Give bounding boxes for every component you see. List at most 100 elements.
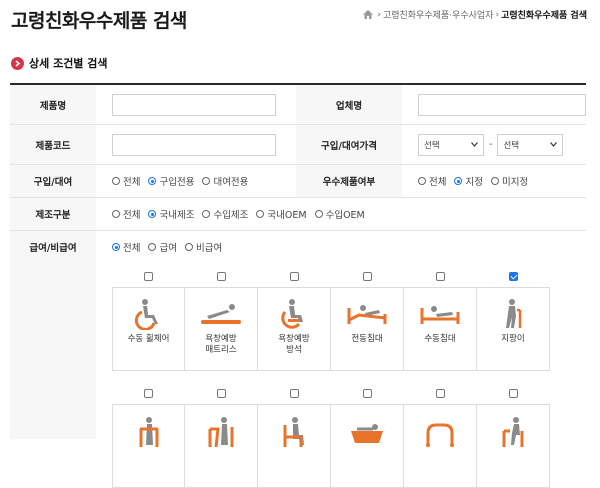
search-form-table: 제품명 업체명 제품코드 구입/대여가격 선택 - 선택 구입/대여 전체 구입… (10, 83, 586, 264)
price-separator: - (489, 139, 493, 150)
breadcrumb-separator: › (377, 9, 381, 20)
category-card[interactable]: 지팡이 (477, 287, 550, 371)
radio-excellent-all[interactable]: 전체 (418, 174, 446, 188)
company-name-label: 업체명 (296, 85, 402, 124)
radio-manufacture-domestic[interactable]: 국내제조 (148, 207, 194, 221)
category-checkbox[interactable] (509, 272, 518, 281)
category-checkbox[interactable] (290, 389, 299, 398)
category-checkbox[interactable] (144, 389, 153, 398)
category-card[interactable] (185, 404, 258, 488)
safety-handle-icon (502, 417, 524, 447)
radio-manufacture-domestic-oem[interactable]: 국내OEM (256, 207, 307, 221)
category-label: 지팡이 (501, 334, 525, 344)
category-checkbox[interactable] (436, 272, 445, 281)
category-checkbox[interactable] (217, 272, 226, 281)
radio-dot[interactable] (202, 210, 211, 218)
home-icon[interactable] (363, 10, 374, 19)
radio-dot[interactable] (202, 177, 211, 185)
radio-dot[interactable] (314, 210, 323, 218)
radio-dot[interactable] (148, 243, 157, 251)
radio-dot[interactable] (112, 177, 120, 185)
category-wheelchair[interactable]: 수동 휠체어 (112, 272, 185, 371)
category-mattress[interactable]: 욕창예방 매트리스 (185, 272, 258, 371)
category-card[interactable] (112, 404, 185, 488)
toilet-aid-icon (426, 423, 454, 447)
radio-dot[interactable] (256, 210, 265, 218)
radio-dot[interactable] (148, 177, 157, 185)
purchase-rent-label: 구입/대여 (10, 165, 96, 197)
breadcrumb-item-category[interactable]: 고령친화우수제품·우수사업자 (383, 8, 494, 21)
radio-rent-only[interactable]: 대여전용 (202, 174, 248, 188)
radio-benefit-covered[interactable]: 급여 (148, 240, 177, 254)
category-card[interactable]: 수동 휠체어 (112, 287, 185, 371)
radio-manufacture-import[interactable]: 수입제조 (202, 207, 248, 221)
category-manual-bed[interactable]: 수동침대 (404, 272, 477, 371)
category-card[interactable] (331, 404, 404, 488)
category-checkbox[interactable] (509, 389, 518, 398)
radio-excellent-undesignated[interactable]: 미지정 (490, 174, 528, 188)
radio-dot[interactable] (418, 177, 426, 185)
company-name-cell (402, 85, 586, 124)
radio-manufacture-import-oem[interactable]: 수입OEM (314, 207, 365, 221)
category-card[interactable]: 욕창예방 매트리스 (185, 287, 258, 371)
radio-label: 전체 (429, 177, 447, 188)
price-to-select[interactable]: 선택 (497, 133, 564, 156)
radio-dot[interactable] (184, 243, 193, 251)
radio-dot[interactable] (148, 210, 157, 218)
category-checkbox[interactable] (363, 389, 372, 398)
electric-bed-icon (347, 305, 387, 324)
category-label: 전동침대 (351, 334, 383, 344)
category-cushion[interactable]: 욕창예방 방석 (258, 272, 331, 371)
wheelchair-icon (134, 299, 158, 330)
form-row-purchase-excellent: 구입/대여 전체 구입전용 대여전용 우수제품여부 전체 지정 미지정 (10, 165, 586, 198)
category-selector: 수동 휠체어 욕창예방 매트리스 욕창예방 방석 전동침대 수동침대 지팡이 (10, 253, 586, 488)
bath-chair-icon (283, 417, 304, 447)
radio-dot[interactable] (112, 243, 120, 251)
radio-benefit-uncovered[interactable]: 비급여 (184, 240, 222, 254)
category-card[interactable] (477, 404, 550, 488)
product-name-input[interactable] (112, 93, 276, 116)
manual-bed-icon (420, 306, 460, 324)
category-card[interactable]: 전동침대 (331, 287, 404, 371)
radio-label: 수입OEM (325, 210, 365, 221)
radio-dot[interactable] (490, 177, 499, 185)
radio-label: 전체 (123, 177, 141, 188)
radio-dot[interactable] (454, 177, 463, 185)
transfer-aid-icon (208, 417, 234, 447)
page-title: 고령친화우수제품 검색 (11, 10, 187, 32)
category-card[interactable] (404, 404, 477, 488)
category-card[interactable]: 수동침대 (404, 287, 477, 371)
product-code-input[interactable] (112, 133, 276, 156)
company-name-input[interactable] (418, 93, 586, 116)
excellent-radios: 전체 지정 미지정 (418, 174, 528, 188)
category-checkbox[interactable] (436, 389, 445, 398)
price-from-select[interactable]: 선택 (418, 133, 484, 156)
category-card[interactable] (258, 404, 331, 488)
radio-benefit-all[interactable]: 전체 (112, 240, 140, 254)
purchase-rent-radios: 전체 구입전용 대여전용 (112, 174, 248, 188)
category-checkbox[interactable] (363, 272, 372, 281)
benefit-radios: 전체 급여 비급여 (112, 240, 222, 254)
product-code-label: 제품코드 (10, 125, 96, 164)
manufacture-label: 제조구분 (10, 198, 96, 230)
radio-label: 수입제조 (213, 210, 249, 221)
category-checkbox[interactable] (144, 272, 153, 281)
section-heading: 상세 조건별 검색 (11, 55, 108, 71)
category-label: 욕창예방 방석 (278, 334, 310, 355)
radio-dot[interactable] (112, 210, 120, 218)
category-label: 욕창예방 매트리스 (205, 334, 237, 355)
category-checkbox[interactable] (290, 272, 299, 281)
radio-label: 구입전용 (159, 177, 195, 188)
product-name-label: 제품명 (10, 85, 96, 124)
radio-purchase-all[interactable]: 전체 (112, 174, 140, 188)
category-cane[interactable]: 지팡이 (477, 272, 550, 371)
category-checkbox[interactable] (217, 389, 226, 398)
radio-excellent-designated[interactable]: 지정 (454, 174, 483, 188)
category-card[interactable]: 욕창예방 방석 (258, 287, 331, 371)
radio-manufacture-all[interactable]: 전체 (112, 207, 140, 221)
price-label: 구입/대여가격 (296, 125, 402, 164)
price-to-value: 선택 (503, 140, 520, 151)
category-electric-bed[interactable]: 전동침대 (331, 272, 404, 371)
radio-label: 대여전용 (213, 177, 249, 188)
radio-purchase-only[interactable]: 구입전용 (148, 174, 194, 188)
